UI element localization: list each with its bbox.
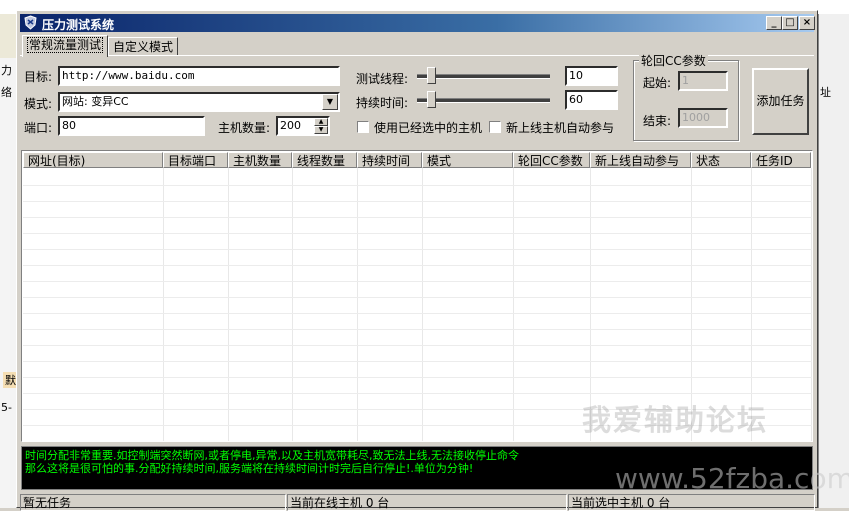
column-header[interactable]: 状态 bbox=[691, 152, 751, 168]
chevron-down-icon[interactable]: ▼ bbox=[322, 94, 338, 110]
watermark-url: www.52fzba.com bbox=[615, 462, 849, 495]
row-line bbox=[23, 377, 812, 378]
maximize-icon: □ bbox=[785, 17, 795, 28]
auto-join-label: 新上线主机自动参与 bbox=[506, 121, 615, 135]
column-header[interactable]: 主机数量 bbox=[228, 152, 292, 168]
status-tasks: 暂无任务 bbox=[20, 494, 286, 511]
row-line bbox=[23, 185, 812, 186]
background-label: 5- bbox=[1, 401, 12, 414]
row-line bbox=[23, 361, 812, 362]
slider-track bbox=[417, 74, 550, 79]
cc-start-input[interactable]: 1 bbox=[678, 71, 728, 91]
cc-start-label: 起始: bbox=[643, 76, 672, 90]
row-line bbox=[23, 265, 812, 266]
duration-input[interactable]: 60 bbox=[565, 90, 618, 110]
row-line bbox=[23, 249, 812, 250]
row-line bbox=[23, 313, 812, 314]
target-label: 目标: bbox=[24, 70, 53, 84]
duration-slider[interactable] bbox=[417, 90, 550, 110]
status-selected-hosts: 当前选中主机 0 台 bbox=[568, 494, 815, 511]
hosts-stepper[interactable]: 200 ▲ ▼ bbox=[276, 116, 330, 136]
status-online-hosts: 当前在线主机 0 台 bbox=[287, 494, 567, 511]
grid-line bbox=[422, 168, 423, 441]
row-line bbox=[23, 281, 812, 282]
hosts-value: 200 bbox=[280, 119, 301, 132]
row-line bbox=[23, 233, 812, 234]
row-line bbox=[23, 345, 812, 346]
use-selected-label: 使用已经选中的主机 bbox=[374, 121, 483, 135]
mode-label: 模式: bbox=[24, 97, 53, 111]
column-header[interactable]: 模式 bbox=[422, 152, 513, 168]
close-button[interactable]: × bbox=[799, 16, 815, 30]
auto-join-checkbox[interactable] bbox=[489, 121, 501, 133]
grid-line bbox=[357, 168, 358, 441]
column-header[interactable]: 线程数量 bbox=[292, 152, 357, 168]
cc-params-title: 轮回CC参数 bbox=[639, 52, 708, 69]
duration-label: 持续时间: bbox=[356, 96, 409, 110]
target-input[interactable]: http://www.baidu.com bbox=[58, 66, 340, 86]
use-selected-checkbox[interactable] bbox=[357, 121, 369, 133]
cc-end-label: 结束: bbox=[643, 114, 672, 128]
hosts-label: 主机数量: bbox=[218, 121, 271, 135]
port-input[interactable]: 80 bbox=[58, 116, 205, 136]
background-label: 络 bbox=[1, 86, 12, 99]
row-line bbox=[23, 329, 812, 330]
cc-end-input[interactable]: 1000 bbox=[678, 108, 728, 128]
tab-label: 自定义模式 bbox=[113, 40, 174, 54]
tab-regular-traffic[interactable]: 常规流量测试 bbox=[22, 35, 109, 57]
spin-down-icon[interactable]: ▼ bbox=[314, 126, 328, 134]
grid-line bbox=[163, 168, 164, 441]
title-bar[interactable]: 压力测试系统 _ □ × bbox=[20, 14, 815, 32]
watermark-text: 我爱辅助论坛 bbox=[582, 403, 769, 437]
threads-label: 测试线程: bbox=[356, 72, 409, 86]
minimize-button[interactable]: _ bbox=[766, 16, 782, 30]
column-header[interactable]: 持续时间 bbox=[357, 152, 422, 168]
tab-label: 常规流量测试 bbox=[27, 37, 104, 53]
port-label: 端口: bbox=[24, 121, 53, 135]
window-title: 压力测试系统 bbox=[42, 18, 115, 32]
grid-line bbox=[228, 168, 229, 441]
minimize-icon: _ bbox=[771, 17, 777, 28]
mode-value: 网站: 变异CC bbox=[62, 95, 129, 108]
slider-thumb[interactable] bbox=[427, 67, 436, 84]
column-header[interactable]: 新上线自动参与 bbox=[590, 152, 691, 168]
grid-line bbox=[513, 168, 514, 441]
spin-up-icon[interactable]: ▲ bbox=[314, 118, 328, 126]
threads-slider[interactable] bbox=[417, 66, 550, 86]
background-label: 力 bbox=[1, 64, 12, 77]
slider-thumb[interactable] bbox=[427, 91, 436, 108]
app-shield-icon bbox=[24, 15, 37, 30]
row-line bbox=[23, 393, 812, 394]
column-header[interactable]: 轮回CC参数 bbox=[513, 152, 590, 168]
column-header[interactable]: 网址(目标) bbox=[23, 152, 163, 168]
close-icon: × bbox=[802, 17, 812, 28]
threads-input[interactable]: 10 bbox=[565, 66, 618, 86]
grid-line bbox=[811, 168, 812, 441]
tab-custom-mode[interactable]: 自定义模式 bbox=[108, 37, 179, 55]
column-header[interactable]: 目标端口 bbox=[163, 152, 228, 168]
row-line bbox=[23, 217, 812, 218]
background-label: 址 bbox=[820, 86, 831, 99]
log-line: 时间分配非常重要.如控制端突然断网,或者停电,异常,以及主机宽带耗尽,致无法上线… bbox=[25, 449, 519, 462]
row-line bbox=[23, 201, 812, 202]
row-line bbox=[23, 297, 812, 298]
slider-track bbox=[417, 98, 550, 103]
mode-select[interactable]: 网站: 变异CC ▼ bbox=[58, 92, 340, 112]
grid-line bbox=[292, 168, 293, 441]
add-task-button[interactable]: 添加任务 bbox=[752, 68, 809, 135]
maximize-button[interactable]: □ bbox=[782, 16, 798, 30]
column-header[interactable]: 任务ID bbox=[751, 152, 811, 168]
stress-test-window: 压力测试系统 _ □ × 常规流量测试 自定义模式 目标: http://www… bbox=[16, 10, 849, 511]
